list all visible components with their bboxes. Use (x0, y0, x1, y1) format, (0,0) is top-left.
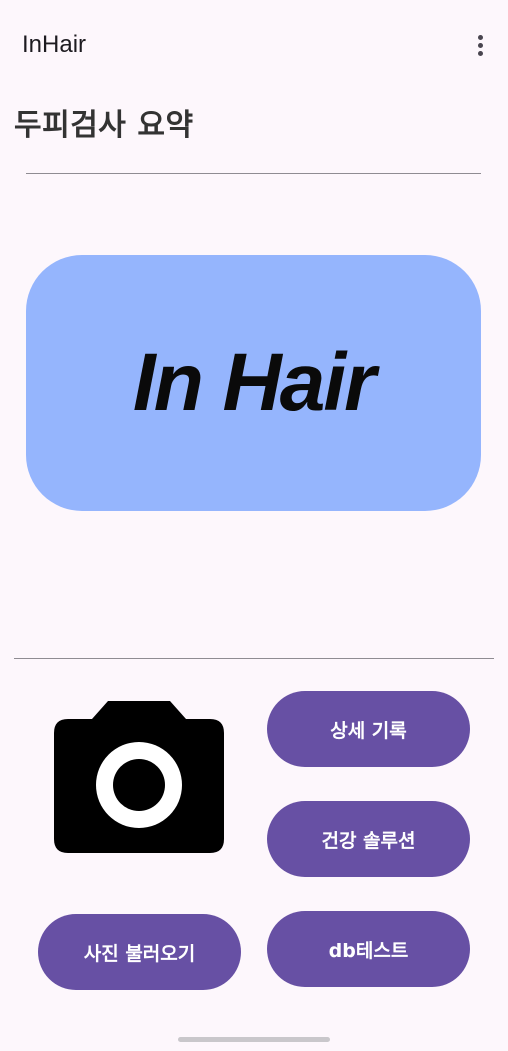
app-title: InHair (22, 31, 87, 58)
middle-divider (14, 658, 494, 659)
page-title: 두피검사 요약 (14, 108, 194, 143)
health-solution-button[interactable]: 건강 솔루션 (267, 801, 470, 877)
camera-button[interactable] (52, 697, 226, 855)
home-indicator[interactable] (178, 1037, 330, 1042)
more-vert-icon[interactable] (466, 28, 494, 62)
load-photo-button[interactable]: 사진 불러오기 (38, 914, 241, 990)
menu-dot (477, 34, 483, 40)
db-test-button[interactable]: db테스트 (267, 911, 470, 987)
detail-record-button[interactable]: 상세 기록 (267, 691, 470, 767)
top-divider (26, 173, 481, 174)
menu-dot (477, 42, 483, 48)
menu-dot (477, 50, 483, 56)
logo-banner: In Hair (26, 255, 481, 511)
camera-icon (54, 701, 224, 853)
logo-text: In Hair (132, 337, 376, 428)
